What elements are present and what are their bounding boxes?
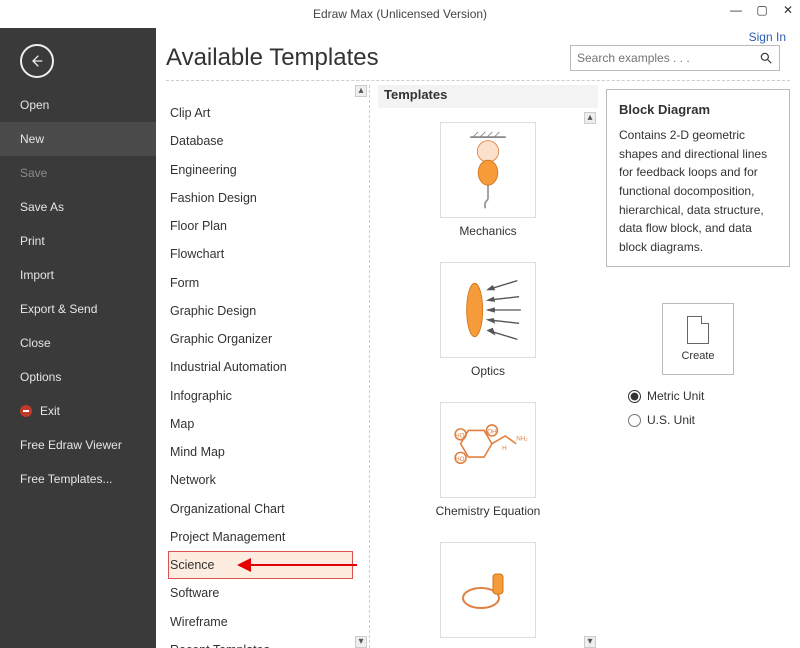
svg-text:OH: OH bbox=[487, 429, 496, 436]
close-icon[interactable]: ✕ bbox=[782, 4, 794, 16]
side-print[interactable]: Print bbox=[0, 224, 156, 258]
tpl-optics-thumb bbox=[440, 262, 536, 358]
app-window: Edraw Max (Unlicensed Version) — ▢ ✕ Sig… bbox=[0, 0, 800, 648]
category-graphic-design[interactable]: Graphic Design bbox=[168, 297, 353, 325]
side-options[interactable]: Options bbox=[0, 360, 156, 394]
side-new[interactable]: New bbox=[0, 122, 156, 156]
scroll-down-icon[interactable]: ▾ bbox=[355, 636, 367, 648]
category-graphic-organizer[interactable]: Graphic Organizer bbox=[168, 325, 353, 353]
tpl-optics-label: Optics bbox=[471, 364, 505, 378]
create-button[interactable]: Create bbox=[662, 303, 734, 375]
category-infographic[interactable]: Infographic bbox=[168, 382, 353, 410]
side-exit[interactable]: Exit bbox=[0, 394, 156, 428]
category-floor-plan[interactable]: Floor Plan bbox=[168, 212, 353, 240]
category-column: ▴ Clip ArtDatabaseEngineeringFashion Des… bbox=[166, 85, 370, 648]
category-engineering[interactable]: Engineering bbox=[168, 156, 353, 184]
search-icon bbox=[759, 51, 773, 65]
annotation-arrow-icon bbox=[237, 558, 357, 572]
tpl-partial[interactable] bbox=[378, 532, 598, 648]
category-wireframe[interactable]: Wireframe bbox=[168, 608, 353, 636]
tpl-mechanics[interactable]: Mechanics bbox=[378, 112, 598, 252]
svg-text:HO: HO bbox=[455, 456, 465, 463]
arrow-left-icon bbox=[29, 53, 45, 69]
side-open[interactable]: Open bbox=[0, 88, 156, 122]
tpl-partial-thumb bbox=[440, 542, 536, 638]
back-button[interactable] bbox=[20, 44, 54, 78]
columns: ▴ Clip ArtDatabaseEngineeringFashion Des… bbox=[166, 80, 790, 648]
templates-column: Templates ▴ ▾ Mechanics Optics HO HO OH NH₂ H C… bbox=[378, 85, 598, 648]
category-network[interactable]: Network bbox=[168, 466, 353, 494]
window-title: Edraw Max (Unlicensed Version) bbox=[313, 7, 487, 21]
search-input[interactable] bbox=[577, 51, 759, 65]
category-project-management[interactable]: Project Management bbox=[168, 523, 353, 551]
unit-metric[interactable]: Metric Unit bbox=[628, 389, 790, 403]
category-database[interactable]: Database bbox=[168, 127, 353, 155]
maximize-icon[interactable]: ▢ bbox=[756, 4, 768, 16]
svg-text:HO: HO bbox=[455, 432, 465, 439]
side-import[interactable]: Import bbox=[0, 258, 156, 292]
category-industrial-automation[interactable]: Industrial Automation bbox=[168, 353, 353, 381]
category-mind-map[interactable]: Mind Map bbox=[168, 438, 353, 466]
category-map[interactable]: Map bbox=[168, 410, 353, 438]
side-save[interactable]: Save bbox=[0, 156, 156, 190]
unit-metric-radio[interactable] bbox=[628, 390, 641, 403]
scroll-up-icon[interactable]: ▴ bbox=[355, 85, 367, 97]
page-title: Available Templates bbox=[166, 44, 379, 72]
info-body: Contains 2-D geometric shapes and direct… bbox=[619, 126, 777, 256]
category-flowchart[interactable]: Flowchart bbox=[168, 240, 353, 268]
side-save-as[interactable]: Save As bbox=[0, 190, 156, 224]
category-clip-art[interactable]: Clip Art bbox=[168, 99, 353, 127]
tpl-mechanics-thumb bbox=[440, 122, 536, 218]
info-box: Block Diagram Contains 2-D geometric sha… bbox=[606, 89, 790, 267]
templates-list: ▴ ▾ Mechanics Optics HO HO OH NH₂ H Chemistry E… bbox=[378, 112, 598, 648]
titlebar: Edraw Max (Unlicensed Version) — ▢ ✕ bbox=[0, 0, 800, 28]
scroll-up-icon[interactable]: ▴ bbox=[584, 112, 596, 124]
side-export-send[interactable]: Export & Send bbox=[0, 292, 156, 326]
tpl-chemistry-equation-thumb: HO HO OH NH₂ H bbox=[440, 402, 536, 498]
scroll-down-icon[interactable]: ▾ bbox=[584, 636, 596, 648]
svg-text:H: H bbox=[502, 445, 507, 452]
category-science[interactable]: Science bbox=[168, 551, 353, 579]
exit-icon bbox=[20, 405, 32, 417]
unit-us-radio[interactable] bbox=[628, 414, 641, 427]
category-list: ▴ Clip ArtDatabaseEngineeringFashion Des… bbox=[166, 85, 370, 648]
minimize-icon[interactable]: — bbox=[730, 4, 742, 16]
page-icon bbox=[687, 316, 709, 344]
side-free-viewer[interactable]: Free Edraw Viewer bbox=[0, 428, 156, 462]
tpl-chemistry-equation-label: Chemistry Equation bbox=[436, 504, 541, 518]
info-title: Block Diagram bbox=[619, 100, 777, 120]
templates-header: Templates bbox=[378, 85, 598, 108]
window-controls: — ▢ ✕ bbox=[730, 4, 794, 16]
category-software[interactable]: Software bbox=[168, 579, 353, 607]
category-form[interactable]: Form bbox=[168, 269, 353, 297]
unit-us[interactable]: U.S. Unit bbox=[628, 413, 790, 427]
main-panel: Available Templates ▴ Clip ArtDatabaseEn… bbox=[156, 28, 800, 648]
main-header: Available Templates bbox=[166, 44, 790, 72]
unit-options: Metric Unit U.S. Unit bbox=[606, 389, 790, 427]
info-column: Block Diagram Contains 2-D geometric sha… bbox=[606, 85, 790, 648]
side-free-templates[interactable]: Free Templates... bbox=[0, 462, 156, 496]
category-recent-templates[interactable]: Recent Templates bbox=[168, 636, 353, 648]
tpl-chemistry-equation[interactable]: HO HO OH NH₂ H Chemistry Equation bbox=[378, 392, 598, 532]
category-fashion-design[interactable]: Fashion Design bbox=[168, 184, 353, 212]
tpl-optics[interactable]: Optics bbox=[378, 252, 598, 392]
category-organizational-chart[interactable]: Organizational Chart bbox=[168, 495, 353, 523]
create-label: Create bbox=[681, 350, 714, 362]
side-close[interactable]: Close bbox=[0, 326, 156, 360]
body: OpenNewSaveSave AsPrintImportExport & Se… bbox=[0, 28, 800, 648]
search-box[interactable] bbox=[570, 45, 780, 71]
svg-text:NH₂: NH₂ bbox=[516, 436, 528, 443]
tpl-mechanics-label: Mechanics bbox=[459, 224, 516, 238]
sidebar: OpenNewSaveSave AsPrintImportExport & Se… bbox=[0, 28, 156, 648]
